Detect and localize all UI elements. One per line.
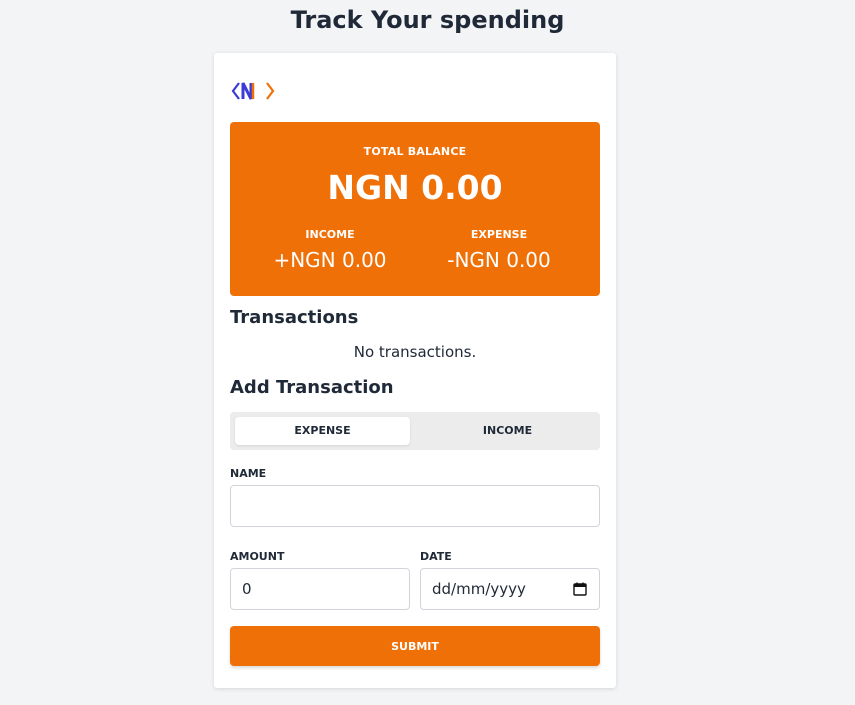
logo-icon xyxy=(231,82,275,100)
income-toggle-button[interactable]: INCOME xyxy=(420,417,595,445)
add-transaction-title: Add Transaction xyxy=(230,377,394,398)
calendar-icon[interactable] xyxy=(573,582,587,596)
date-placeholder: dd/mm/yyyy xyxy=(432,580,526,598)
date-label: DATE xyxy=(420,550,452,563)
name-label: NAME xyxy=(230,467,267,480)
empty-transactions-message: No transactions. xyxy=(353,343,477,361)
total-balance-amount: NGN 0.00 xyxy=(327,168,503,207)
income-label: INCOME xyxy=(305,228,355,241)
total-balance-label: TOTAL BALANCE xyxy=(363,145,467,158)
income-amount: +NGN 0.00 xyxy=(273,248,387,272)
balance-panel: TOTAL BALANCE NGN 0.00 INCOME +NGN 0.00 … xyxy=(230,122,600,296)
tracker-card: TOTAL BALANCE NGN 0.00 INCOME +NGN 0.00 … xyxy=(214,53,616,688)
amount-label: AMOUNT xyxy=(230,550,285,563)
transaction-type-toggle: EXPENSE INCOME xyxy=(230,412,600,450)
expense-toggle-button[interactable]: EXPENSE xyxy=(235,417,410,445)
expense-amount: -NGN 0.00 xyxy=(447,248,551,272)
transactions-title: Transactions xyxy=(230,307,359,328)
expense-label: EXPENSE xyxy=(470,228,528,241)
amount-input[interactable] xyxy=(230,568,410,610)
name-input[interactable] xyxy=(230,485,600,527)
date-input[interactable]: dd/mm/yyyy xyxy=(420,568,600,610)
page-title: Track Your spending xyxy=(290,6,565,34)
submit-button[interactable]: SUBMIT xyxy=(230,626,600,666)
